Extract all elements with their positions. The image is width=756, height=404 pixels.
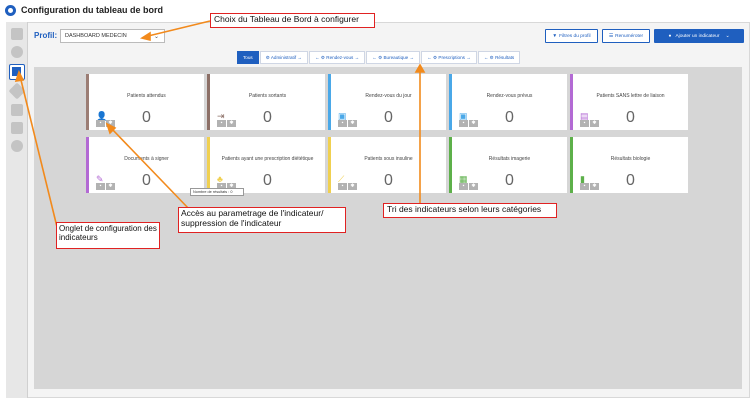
delete-icon[interactable]: ▪ — [459, 183, 468, 190]
gear-icon[interactable]: ✱ — [106, 183, 115, 190]
indicator-card[interactable]: Patients sortants 0 ⇥ ▪ ✱ — [207, 74, 325, 130]
gear-icon[interactable]: ✱ — [227, 120, 236, 127]
renumber-button[interactable]: ☰ Renuméroter — [602, 29, 650, 43]
tab-bureautique[interactable]: ← ⚙ Bureautique → — [366, 51, 421, 64]
delete-icon[interactable]: ▪ — [338, 183, 347, 190]
indicator-card[interactable]: Rendez-vous du jour 0 ▣ ▪ ✱ — [328, 74, 446, 130]
chevron-down-icon: ⌄ — [725, 33, 730, 39]
left-sidebar — [6, 22, 28, 398]
plus-circle-icon: ● — [668, 33, 672, 39]
card-actions: ▪ ✱ — [580, 120, 599, 127]
card-actions: ▪ ✱ — [459, 120, 478, 127]
page-title: Configuration du tableau de bord — [21, 5, 163, 15]
callout-profile-choice: Choix du Tableau de Bord à configurer — [210, 13, 375, 28]
delete-icon[interactable]: ▪ — [580, 183, 589, 190]
gear-icon[interactable]: ✱ — [469, 120, 478, 127]
tab-administratif[interactable]: ⚙ Administratif → — [259, 51, 308, 64]
delete-icon[interactable]: ▪ — [580, 120, 589, 127]
tab-all[interactable]: Tous — [237, 51, 259, 64]
profile-select[interactable]: DASHBOARD MEDECIN ⌄ — [60, 29, 165, 43]
gear-icon[interactable]: ✱ — [469, 183, 478, 190]
category-tabs: Tous ⚙ Administratif → ← ⚙ Rendez-vous →… — [237, 51, 521, 64]
calendar-icon[interactable] — [11, 122, 23, 134]
renumber-label: Renuméroter — [615, 33, 644, 39]
indicator-card[interactable]: Résultats biologie 0 ▮ ▪ ✱ — [570, 137, 688, 193]
profile-bar: Profil: DASHBOARD MEDECIN ⌄ ▼ Filtres du… — [29, 26, 749, 46]
indicator-card[interactable]: Documents à signer 0 ✎ ▪ ✱ — [86, 137, 204, 193]
delete-icon[interactable]: ▪ — [96, 183, 105, 190]
add-indicator-button[interactable]: ● Ajouter un indicateur ⌄ — [654, 29, 744, 43]
card-actions: ▪ ✱ — [580, 183, 599, 190]
list-icon: ☰ — [608, 33, 614, 39]
card-title: Patients SANS lettre de liaison — [596, 93, 665, 99]
chat-icon[interactable] — [11, 140, 23, 152]
indicator-card[interactable]: Résultats imagerie 0 ▦ ▪ ✱ — [449, 137, 567, 193]
delete-icon[interactable]: ▪ — [338, 120, 347, 127]
profile-value: DASHBOARD MEDECIN — [65, 33, 127, 39]
card-title: Rendez-vous du jour — [365, 93, 412, 99]
callout-config-tab: Onglet de configuration des indicateurs — [56, 222, 160, 249]
card-title: Résultats imagerie — [488, 156, 531, 162]
document-icon[interactable] — [11, 28, 23, 40]
dashboard-grid-icon[interactable] — [9, 64, 25, 80]
delete-icon[interactable]: ▪ — [217, 120, 226, 127]
profile-filter-button[interactable]: ▼ Filtres du profil — [545, 29, 598, 43]
callout-settings: Accès au parametrage de l'indicateur/ su… — [178, 207, 346, 233]
gear-icon[interactable]: ✱ — [590, 120, 599, 127]
card-actions: ▪ ✱ — [96, 120, 115, 127]
profile-filter-label: Filtres du profil — [559, 33, 591, 39]
tab-rendez-vous[interactable]: ← ⚙ Rendez-vous → — [309, 51, 366, 64]
card-title: Patients sous insuline — [364, 156, 413, 162]
delete-icon[interactable]: ▪ — [96, 120, 105, 127]
profile-label: Profil: — [34, 31, 58, 40]
card-actions: ▪ ✱ — [217, 120, 236, 127]
gear-icon[interactable]: ✱ — [590, 183, 599, 190]
delete-icon[interactable]: ▪ — [459, 120, 468, 127]
gear-icon — [5, 4, 16, 16]
card-actions: ▪ ✱ — [338, 120, 357, 127]
indicator-card[interactable]: Patients SANS lettre de liaison 0 ▤ ▪ ✱ — [570, 74, 688, 130]
diamond-icon[interactable] — [8, 82, 26, 100]
card-actions: ▪ ✱ — [459, 183, 478, 190]
indicator-card[interactable]: Patients sous insuline 0 ⟋ ▪ ✱ — [328, 137, 446, 193]
tab-resultats[interactable]: ← ⚙ Résultats — [477, 51, 521, 64]
card-actions: ▪ ✱ — [96, 183, 115, 190]
gear-icon[interactable]: ✱ — [348, 183, 357, 190]
gear-icon[interactable]: ✱ — [106, 120, 115, 127]
card-title: Patients sortants — [248, 93, 287, 99]
card-title: Patients attendus — [127, 93, 166, 99]
person-icon[interactable] — [11, 46, 23, 58]
callout-sort: Tri des indicateurs selon leurs catégori… — [383, 203, 557, 218]
tab-prescriptions[interactable]: ← ⚙ Prescriptions → — [421, 51, 477, 64]
card-title: Rendez-vous prévus — [486, 93, 533, 99]
indicator-card[interactable]: Patients attendus 0 👤 ▪ ✱ — [86, 74, 204, 130]
card-title: Résultats biologie — [610, 156, 651, 162]
window-titlebar: Configuration du tableau de bord — [0, 0, 756, 20]
card-title: Documents à signer — [124, 156, 169, 162]
card-title: Patients ayant une prescription diététiq… — [221, 156, 314, 162]
add-indicator-label: Ajouter un indicateur — [675, 33, 720, 39]
filter-icon: ▼ — [552, 33, 558, 39]
tooltip: Nombre de résultats : 0 — [190, 188, 244, 196]
card-actions: ▪ ✱ — [338, 183, 357, 190]
filter-icon[interactable] — [11, 104, 23, 116]
indicator-card[interactable]: Rendez-vous prévus 0 ▣ ▪ ✱ — [449, 74, 567, 130]
indicator-card[interactable]: Patients ayant une prescription diététiq… — [207, 137, 325, 193]
chevron-down-icon: ⌄ — [153, 34, 159, 40]
gear-icon[interactable]: ✱ — [348, 120, 357, 127]
